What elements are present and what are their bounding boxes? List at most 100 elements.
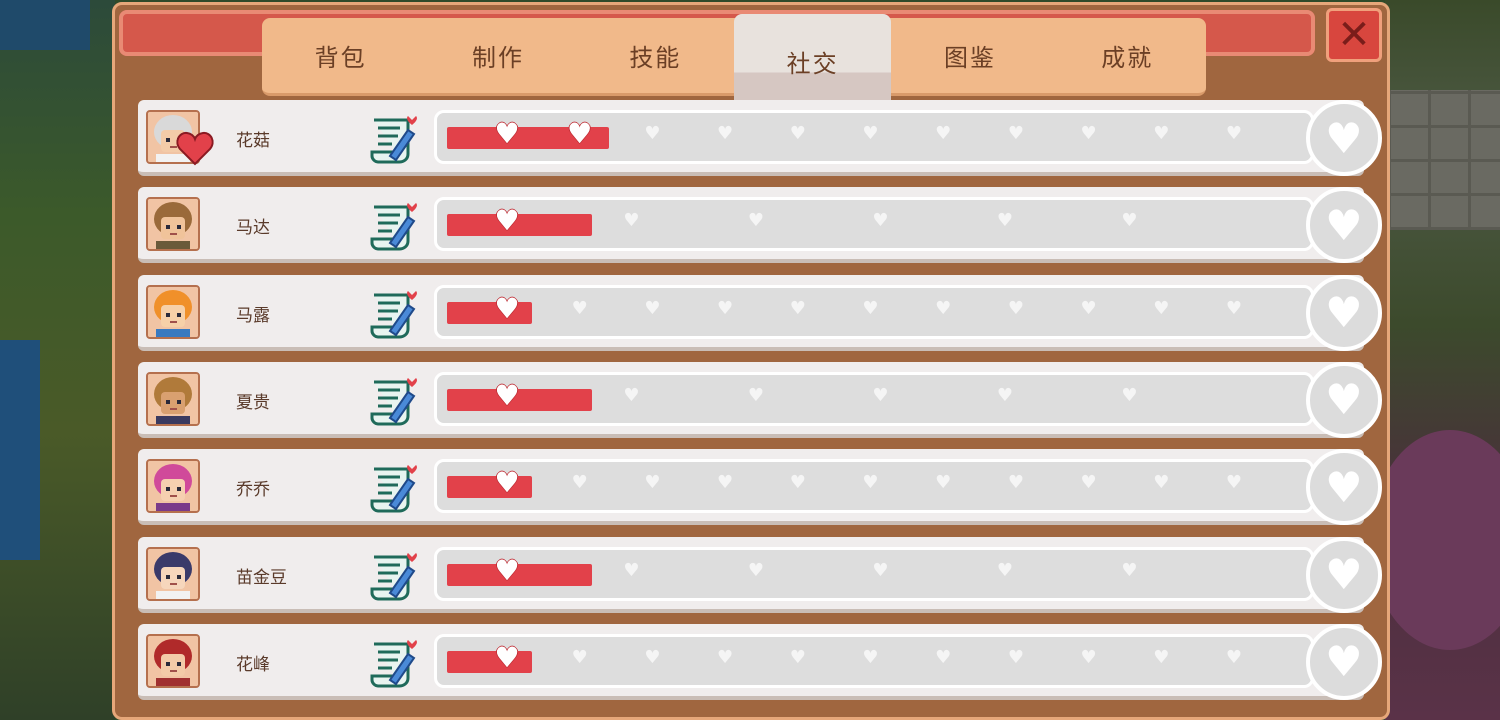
villager-name: 马露 — [236, 305, 270, 326]
villager-portrait — [146, 546, 200, 601]
gift-letter-icon[interactable] — [368, 461, 420, 513]
tab-label: 技能 — [629, 44, 682, 72]
empty-heart-icon: ♥ — [571, 472, 588, 494]
filled-heart-icon: ♥ — [494, 466, 520, 500]
empty-heart-icon: ♥ — [1080, 472, 1097, 494]
villager-portrait — [146, 197, 200, 252]
empty-heart-icon: ♥ — [996, 210, 1014, 232]
tab-achievements[interactable]: 成就 — [1049, 18, 1206, 93]
gift-letter-icon[interactable] — [368, 374, 420, 426]
empty-heart-icon: ♥ — [717, 123, 734, 144]
tab-codex[interactable]: 图鉴 — [891, 18, 1048, 93]
friendship-bar: ♥ ♥ ♥ ♥ ♥ ♥ ♥ ♥ ♥ ♥ ♥ — [434, 284, 1314, 339]
empty-heart-icon: ♥ — [1153, 472, 1170, 494]
filled-heart-icon: ♥ — [494, 204, 520, 238]
empty-heart-icon: ♥ — [1007, 646, 1024, 668]
max-heart-icon: ♥ — [1306, 623, 1382, 700]
empty-heart-icon: ♥ — [644, 472, 661, 494]
background-pond-left — [0, 340, 40, 560]
empty-heart-icon: ♥ — [862, 297, 879, 319]
empty-heart-icon: ♥ — [1007, 472, 1024, 494]
empty-heart-icon: ♥ — [644, 123, 661, 144]
filled-heart-icon: ♥ — [494, 553, 520, 587]
empty-heart-icon: ♥ — [747, 384, 765, 406]
filled-heart-icon: ♥ — [494, 640, 520, 674]
empty-heart-icon: ♥ — [717, 297, 734, 319]
empty-heart-icon: ♥ — [1080, 297, 1097, 319]
tab-label: 制作 — [471, 44, 524, 72]
friendship-bar: ♥ ♥ ♥ ♥ ♥ ♥ — [434, 371, 1314, 426]
empty-heart-icon: ♥ — [872, 210, 889, 232]
tab-bar: 背包 制作 技能 社交 图鉴 成就 — [262, 14, 1206, 108]
villager-row[interactable]: 马达 ♥ ♥ ♥ ♥ ♥ ♥ ♥ — [138, 187, 1382, 264]
empty-heart-icon: ♥ — [623, 559, 640, 581]
max-heart-icon: ♥ — [1306, 449, 1382, 526]
empty-heart-icon: ♥ — [935, 646, 952, 668]
empty-heart-icon: ♥ — [862, 646, 879, 668]
friendship-bar: ♥ ♥ ♥ ♥ ♥ ♥ — [434, 546, 1314, 601]
tab-crafting[interactable]: 制作 — [419, 18, 576, 93]
tab-backpack[interactable]: 背包 — [262, 18, 419, 93]
empty-heart-icon: ♥ — [1121, 210, 1138, 232]
empty-heart-icon: ♥ — [1225, 472, 1243, 494]
gift-letter-icon[interactable] — [368, 199, 420, 251]
empty-heart-icon: ♥ — [789, 472, 806, 494]
empty-heart-icon: ♥ — [644, 297, 661, 319]
empty-heart-icon: ♥ — [1225, 646, 1243, 668]
empty-heart-icon: ♥ — [571, 297, 588, 319]
villager-name: 乔乔 — [236, 480, 270, 501]
villager-name: 花菇 — [236, 131, 270, 151]
tab-social[interactable]: 社交 — [733, 14, 892, 108]
friendship-bar: ♥ ♥ ♥ ♥ ♥ ♥ — [434, 197, 1314, 252]
background-pond-top — [0, 0, 90, 50]
empty-heart-icon: ♥ — [1225, 123, 1243, 144]
empty-heart-icon: ♥ — [872, 559, 889, 581]
villager-portrait — [146, 459, 200, 514]
villager-portrait — [146, 284, 200, 339]
empty-heart-icon: ♥ — [996, 559, 1014, 581]
gift-letter-icon[interactable] — [368, 549, 420, 601]
lover-heart-icon — [176, 130, 214, 166]
max-heart-icon: ♥ — [1306, 361, 1382, 438]
empty-heart-icon: ♥ — [872, 384, 889, 406]
filled-heart-icon: ♥ — [567, 117, 593, 150]
tab-skills[interactable]: 技能 — [577, 18, 734, 93]
empty-heart-icon: ♥ — [996, 384, 1014, 406]
empty-heart-icon: ♥ — [1080, 646, 1097, 668]
villager-name: 马达 — [236, 218, 270, 239]
villager-row[interactable]: 夏贵 ♥ ♥ ♥ ♥ ♥ ♥ ♥ — [138, 361, 1382, 438]
villager-row[interactable]: 花峰 ♥ ♥ ♥ ♥ ♥ ♥ ♥ ♥ ♥ ♥ ♥ ♥ — [138, 623, 1382, 700]
empty-heart-icon: ♥ — [717, 472, 734, 494]
villager-row[interactable]: 苗金豆 ♥ ♥ ♥ ♥ ♥ ♥ ♥ — [138, 536, 1382, 613]
empty-heart-icon: ♥ — [862, 123, 879, 144]
max-heart-icon: ♥ — [1306, 536, 1382, 613]
gift-letter-icon[interactable] — [368, 287, 420, 339]
tab-label: 成就 — [1101, 44, 1154, 72]
empty-heart-icon: ♥ — [1007, 123, 1024, 144]
villager-portrait — [146, 633, 200, 688]
max-heart-icon: ♥ — [1306, 274, 1382, 351]
empty-heart-icon: ♥ — [623, 210, 640, 232]
empty-heart-icon: ♥ — [1121, 384, 1138, 406]
empty-heart-icon: ♥ — [747, 210, 765, 232]
close-button[interactable]: ✕ — [1326, 8, 1382, 62]
gift-letter-icon[interactable] — [368, 112, 420, 164]
gift-letter-icon[interactable] — [368, 636, 420, 688]
empty-heart-icon: ♥ — [789, 123, 806, 144]
villager-row[interactable]: 马露 ♥ ♥ ♥ ♥ ♥ ♥ ♥ ♥ ♥ ♥ ♥ ♥ — [138, 274, 1382, 351]
empty-heart-icon: ♥ — [1153, 297, 1170, 319]
villager-name: 花峰 — [236, 654, 270, 675]
tab-label: 图鉴 — [943, 44, 996, 72]
background-stone-wall — [1388, 90, 1500, 230]
villager-portrait — [146, 371, 200, 426]
empty-heart-icon: ♥ — [1153, 646, 1170, 668]
tab-label: 背包 — [314, 44, 367, 72]
empty-heart-icon: ♥ — [789, 646, 806, 668]
filled-heart-icon: ♥ — [494, 117, 520, 150]
villager-row[interactable]: 乔乔 ♥ ♥ ♥ ♥ ♥ ♥ ♥ ♥ ♥ ♥ ♥ ♥ — [138, 449, 1382, 526]
villager-row[interactable]: 花菇 ♥ ♥ ♥ ♥ ♥ ♥ ♥ ♥ ♥ ♥ ♥ ♥ — [138, 100, 1382, 176]
villager-name: 夏贵 — [236, 392, 270, 413]
max-heart-icon: ♥ — [1306, 187, 1382, 264]
villager-name: 苗金豆 — [236, 567, 287, 588]
empty-heart-icon: ♥ — [644, 646, 661, 668]
